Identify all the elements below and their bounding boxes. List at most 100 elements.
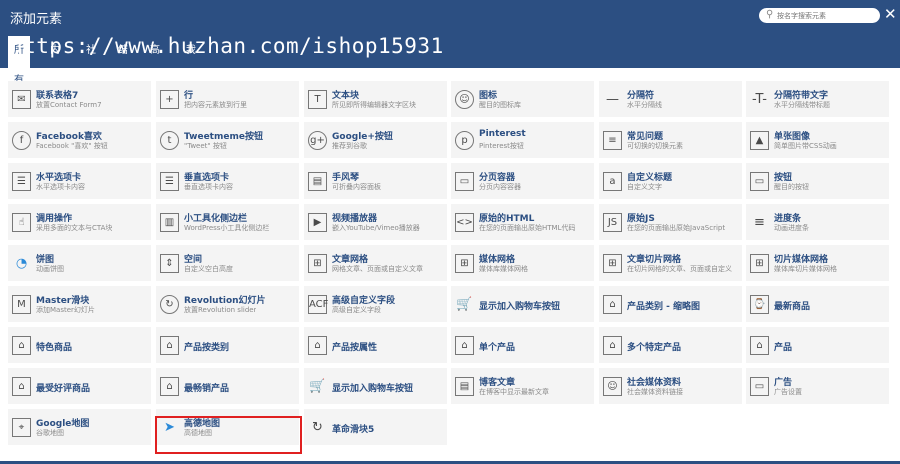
search-box[interactable]: ⚲ xyxy=(759,8,880,23)
element-item[interactable]: M Master滑块 添加Master幻灯片 xyxy=(8,286,151,322)
element-item[interactable]: ▤ 博客文章 在博客中显示最新文章 xyxy=(451,368,594,404)
element-item[interactable]: <> 原始的HTML 在您的页面输出原始HTML代码 xyxy=(451,204,594,240)
element-item[interactable]: ⊞ 媒体网格 媒体库媒体网格 xyxy=(451,245,594,281)
element-item[interactable]: ⌚ 最新商品 xyxy=(746,286,889,322)
element-item[interactable]: ACF 高级自定义字段 高级自定义字段 xyxy=(304,286,447,322)
element-item[interactable]: JS 原始JS 在您的页面输出原始JavaScript xyxy=(599,204,742,240)
element-description: 水平分隔线带标题 xyxy=(774,101,830,109)
element-item[interactable]: ≡ 进度条 动画进度条 xyxy=(746,204,889,240)
element-item[interactable]: ⌂ 最受好评商品 xyxy=(8,368,151,404)
store-icon: ⌂ xyxy=(603,336,622,355)
element-item[interactable]: ☰ 垂直选项卡 垂直选项卡内容 xyxy=(156,163,299,199)
element-item[interactable]: ▥ 小工具化侧边栏 WordPress小工具化侧边栏 xyxy=(156,204,299,240)
element-item[interactable]: a 自定义标题 自定义文字 xyxy=(599,163,742,199)
element-item[interactable]: ▭ 分页容器 分页内容容器 xyxy=(451,163,594,199)
element-item[interactable]: ▭ 按钮 醒目的按钮 xyxy=(746,163,889,199)
store-icon: ⌂ xyxy=(750,336,769,355)
element-description: 推荐到谷歌 xyxy=(332,142,367,150)
element-description: 所见即所得编辑器文字区块 xyxy=(332,101,416,109)
element-description: 自定义空白高度 xyxy=(184,265,233,273)
element-name: 产品按类别 xyxy=(184,343,230,353)
ad-icon: ▭ xyxy=(750,377,769,396)
revolution-icon: ↻ xyxy=(160,295,179,314)
element-item[interactable]: ◔ 饼图 动画饼图 xyxy=(8,245,151,281)
element-description: 水平选项卡内容 xyxy=(36,183,85,191)
element-item[interactable]: ☺ 社会媒体资料 社会媒体资料链接 xyxy=(599,368,742,404)
store-icon: ⌂ xyxy=(12,336,31,355)
element-item[interactable]: ↻ Revolution幻灯片 放置Revolution slider xyxy=(156,286,299,322)
pageable-icon: ▭ xyxy=(455,172,474,191)
custom-heading-icon: a xyxy=(603,172,622,191)
twitter-icon: t xyxy=(160,131,179,150)
close-icon[interactable]: ✕ xyxy=(884,5,897,23)
text-block-icon: T xyxy=(308,90,327,109)
element-name: Pinterest xyxy=(479,129,526,139)
element-name: 特色商品 xyxy=(36,343,73,353)
element-item[interactable]: ⇕ 空间 自定义空白高度 xyxy=(156,245,299,281)
element-name: 显示加入购物车按钮 xyxy=(332,384,414,394)
element-item[interactable]: ▭ 广告 广告设置 xyxy=(746,368,889,404)
element-item[interactable]: ☺ 图标 醒目的图标库 xyxy=(451,81,594,117)
element-description: 嵌入YouTube/Vimeo播放器 xyxy=(332,224,420,232)
element-item[interactable]: 🛒 显示加入购物车按钮 xyxy=(304,368,447,404)
element-item[interactable]: 🛒 显示加入购物车按钮 xyxy=(451,286,594,322)
acf-icon: ACF xyxy=(308,295,328,314)
element-description: "Tweet" 按钮 xyxy=(184,142,227,150)
element-item[interactable]: ≡ 常见问题 可切换的切换元素 xyxy=(599,122,742,158)
element-item[interactable]: ✉ 联系表格7 放置Contact Form7 xyxy=(8,81,151,117)
element-name: 产品按属性 xyxy=(332,343,378,353)
element-item[interactable]: ⌂ 单个产品 xyxy=(451,327,594,363)
element-item[interactable]: t Tweetmeme按钮 "Tweet" 按钮 xyxy=(156,122,299,158)
element-description: 动画饼图 xyxy=(36,265,64,273)
map-icon: ⌖ xyxy=(12,418,31,437)
element-item[interactable]: ⊞ 文章网格 网格文章、页面或自定义文章 xyxy=(304,245,447,281)
element-item[interactable]: f Facebook喜欢 Facebook "喜欢" 按钮 xyxy=(8,122,151,158)
recent-icon: ⌚ xyxy=(750,295,769,314)
element-item[interactable]: ↻ 革命滑块5 xyxy=(304,409,447,445)
element-item[interactable]: ☰ 水平选项卡 水平选项卡内容 xyxy=(8,163,151,199)
element-item[interactable]: ⌂ 特色商品 xyxy=(8,327,151,363)
row-icon: + xyxy=(160,90,179,109)
element-item[interactable]: + 行把内容元素放到行里 xyxy=(156,81,299,117)
search-input[interactable] xyxy=(777,9,875,22)
element-description: 可折叠内容面板 xyxy=(332,183,381,191)
element-item[interactable]: g+ Google+按钮 推荐到谷歌 xyxy=(304,122,447,158)
element-item[interactable]: -T- 分隔符带文字 水平分隔线带标题 xyxy=(746,81,889,117)
element-item[interactable]: ⌂ 产品类别 - 缩略图 xyxy=(599,286,742,322)
element-description: 谷歌地图 xyxy=(36,429,64,437)
image-icon: ▲ xyxy=(750,131,769,150)
element-description: 垂直选项卡内容 xyxy=(184,183,233,191)
element-item[interactable]: ▤ 手风琴 可折叠内容面板 xyxy=(304,163,447,199)
element-item[interactable]: p Pinterest Pinterest按钮 xyxy=(451,122,594,158)
tabs-icon: ☰ xyxy=(12,172,31,191)
element-description: 简单图片带CSS动画 xyxy=(774,142,837,150)
element-item[interactable]: ☝ 调用操作 采用多面的文本与CTA块 xyxy=(8,204,151,240)
element-name: 多个特定产品 xyxy=(627,343,682,353)
element-description: 在博客中显示最新文章 xyxy=(479,388,549,396)
element-item[interactable]: ▶ 视频播放器 嵌入YouTube/Vimeo播放器 xyxy=(304,204,447,240)
sidebar-icon: ▥ xyxy=(160,213,179,232)
pinterest-icon: p xyxy=(455,131,474,150)
element-item[interactable]: ⊞ 切片媒体网格 媒体库切片媒体网格 xyxy=(746,245,889,281)
element-description: 采用多面的文本与CTA块 xyxy=(36,224,113,232)
element-item[interactable]: ⌂ 产品按属性 xyxy=(304,327,447,363)
element-description: 在您的页面输出原始HTML代码 xyxy=(479,224,576,232)
element-item[interactable]: ⌖ Google地图 谷歌地图 xyxy=(8,409,151,445)
element-item[interactable]: ⌂ 产品 xyxy=(746,327,889,363)
element-description: 添加Master幻灯片 xyxy=(36,306,95,314)
element-name: 产品 xyxy=(774,343,793,353)
element-item[interactable]: — 分隔符 水平分隔线 xyxy=(599,81,742,117)
refresh-icon: ↻ xyxy=(312,420,323,435)
js-icon: JS xyxy=(603,213,622,232)
media-grid-icon: ⊞ xyxy=(455,254,474,273)
element-item[interactable]: T 文本块 所见即所得编辑器文字区块 xyxy=(304,81,447,117)
element-item[interactable]: ⊞ 文章切片网格 在切片网格的文章、页面或自定义 xyxy=(599,245,742,281)
store-icon: ⌂ xyxy=(160,377,179,396)
element-item[interactable]: ⌂ 产品按类别 xyxy=(156,327,299,363)
element-item[interactable]: ▲ 单张图像 简单图片带CSS动画 xyxy=(746,122,889,158)
element-description: 网格文章、页面或自定义文章 xyxy=(332,265,423,273)
element-description: 可切换的切换元素 xyxy=(627,142,683,150)
element-item[interactable]: ⌂ 最畅销产品 xyxy=(156,368,299,404)
video-icon: ▶ xyxy=(308,213,327,232)
element-item[interactable]: ⌂ 多个特定产品 xyxy=(599,327,742,363)
